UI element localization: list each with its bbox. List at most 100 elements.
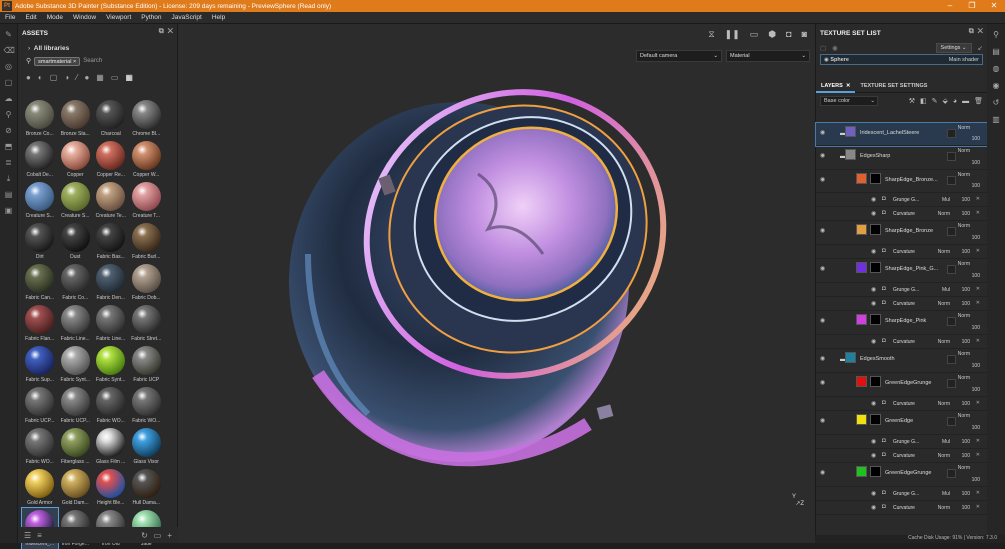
layer-row[interactable]: ◉ SharpEdge_Bronze Norm 100 (816, 221, 988, 245)
filter-env-icon[interactable]: ▭ (111, 73, 119, 82)
blend-mode[interactable]: Norm (958, 351, 970, 357)
view-grid-icon[interactable]: ▦ (125, 73, 133, 82)
filter-smartmaterial-icon[interactable]: ◐ (38, 73, 43, 82)
layer-mask-thumbnail[interactable] (870, 414, 881, 425)
layer-name[interactable]: SharpEdge_Bronze... (885, 177, 938, 183)
asset-item[interactable]: Fabric Dob... (129, 262, 165, 303)
opacity-value[interactable]: 100 (962, 453, 970, 459)
asset-item[interactable]: Fabric UCP... (22, 385, 58, 426)
eye-icon[interactable]: ◉ (820, 176, 825, 183)
asset-item[interactable]: Charcoal (93, 98, 129, 139)
delete-effect-icon[interactable]: ✕ (976, 210, 980, 216)
layer-effect-row[interactable]: ◉ ◘ Grunge G... Mul 100 ✕ (816, 283, 988, 297)
layer-effect-row[interactable]: ◉ ◘ Curvature Norm 100 ✕ (816, 501, 988, 515)
layer-mask-thumbnail[interactable] (870, 172, 881, 184)
layer-effect-row[interactable]: ◉ ◘ Curvature Norm 100 ✕ (816, 297, 988, 311)
close-panel-icon[interactable]: ⧉ ✕ (159, 28, 173, 36)
delete-effect-icon[interactable]: ✕ (976, 300, 980, 306)
menu-file[interactable]: File (0, 14, 20, 21)
history-icon[interactable]: ↺ (991, 98, 1001, 108)
close-icon[interactable]: ✕ (983, 0, 1005, 12)
asset-item[interactable]: Fabric WO... (129, 385, 165, 426)
paint-brush-icon[interactable]: ✎ (4, 30, 14, 40)
add-mask-icon[interactable]: ◧ (920, 97, 927, 105)
eraser-icon[interactable]: ⌫ (4, 46, 15, 56)
maximize-icon[interactable]: ❐ (961, 0, 983, 12)
eye-icon[interactable]: ◉ (820, 227, 825, 234)
menu-python[interactable]: Python (136, 14, 166, 21)
blend-mode[interactable]: Norm (938, 339, 950, 345)
asset-item[interactable]: Fabric Den... (93, 262, 129, 303)
opacity-value[interactable]: 100 (972, 477, 980, 483)
asset-item[interactable]: Fabric Bas... (93, 221, 129, 262)
asset-item[interactable]: Gold Armor (22, 467, 58, 508)
tab-texture-set-settings[interactable]: TEXTURE SET SETTINGS (855, 79, 932, 93)
eye-icon[interactable]: ◉ (820, 469, 825, 476)
asset-item[interactable]: Copper (58, 139, 94, 180)
opacity-value[interactable]: 100 (962, 491, 970, 497)
layer-effect-row[interactable]: ◉ ◘ Curvature Norm 100 ✕ (816, 207, 988, 221)
eye-icon[interactable]: ◉ (820, 317, 825, 324)
eye-icon[interactable]: ◉ (871, 438, 876, 445)
texture-set-sphere[interactable]: ◉ Sphere Main shader (820, 54, 983, 65)
add-icon[interactable]: + (167, 531, 172, 540)
shelf-icon[interactable]: ▤ (4, 190, 14, 200)
doc-icon[interactable]: ▣ (4, 206, 14, 216)
opacity-value[interactable]: 100 (962, 505, 970, 511)
layer-row[interactable]: ◉ GreenEdgeGrunge Norm 100 (816, 463, 988, 487)
tile-icon[interactable]: ▢ (820, 44, 826, 52)
settings-list-icon[interactable]: ≡ (37, 531, 42, 540)
eye-icon[interactable]: ◉ (820, 355, 825, 362)
delete-effect-icon[interactable]: ✕ (976, 438, 980, 444)
layer-name[interactable]: GreenEdgeGrunge (885, 380, 931, 386)
asset-item[interactable]: Fabric WO... (22, 426, 58, 467)
layer-name[interactable]: Iridescent_LachelSteere (860, 130, 919, 136)
filter-particle-icon[interactable]: ● (84, 73, 89, 82)
shader-settings-icon[interactable]: ◉ (991, 81, 1001, 91)
eye-icon[interactable]: ◉ (871, 504, 876, 511)
folder-icon[interactable]: ▭ (154, 531, 162, 540)
asset-item[interactable]: Fabric UCP... (58, 385, 94, 426)
opacity-value[interactable]: 100 (962, 287, 970, 293)
display-settings-icon[interactable]: ◍ (991, 64, 1001, 74)
layer-mask-thumbnail[interactable] (870, 262, 881, 273)
add-folder-icon[interactable]: ▬ (962, 98, 969, 105)
asset-item[interactable]: Fabric UCP (129, 344, 165, 385)
eye-icon[interactable]: ◉ (820, 417, 825, 424)
eye-icon[interactable]: ◉ (871, 400, 876, 407)
eye-icon[interactable]: ◉ (820, 265, 825, 272)
pin-icon[interactable]: ↙ (978, 44, 983, 52)
blend-mode[interactable]: Norm (938, 249, 950, 255)
layer-effect-row[interactable]: ◉ ◘ Curvature Norm 100 ✕ (816, 449, 988, 463)
layer-folder-row[interactable]: ◉ ▬ Iridescent_LachelSteere Norm 100 (815, 122, 989, 147)
blend-mode[interactable]: Mul (942, 491, 950, 497)
layer-row[interactable]: ◉ SharpEdge_Pink Norm 100 (816, 311, 988, 335)
asset-item[interactable]: Fabric Line... (93, 303, 129, 344)
asset-item[interactable]: Fabric Synt... (93, 344, 129, 385)
asset-item[interactable]: Fabric WO... (93, 385, 129, 426)
opacity-value[interactable]: 100 (962, 301, 970, 307)
blend-mode[interactable]: Norm (938, 505, 950, 511)
asset-item[interactable]: Copper W... (129, 139, 165, 180)
eye-icon[interactable]: ◉ (871, 210, 876, 217)
delete-effect-icon[interactable]: ✕ (976, 196, 980, 202)
asset-item[interactable]: Dirt (22, 221, 58, 262)
layers-panel-icon[interactable]: ⚲ (991, 30, 1001, 40)
viewport[interactable]: ⧖ ❚❚ ▭ ⬢ ◘ ◙ Default camera⌄ Material⌄ (178, 24, 815, 543)
layer-effect-row[interactable]: ◉ ◘ Grunge G... Mul 100 ✕ (816, 435, 988, 449)
tab-layers[interactable]: LAYERS ✕ (816, 79, 856, 93)
eye-icon[interactable]: ◉ (820, 129, 825, 136)
visibility-icon[interactable]: ◉ (832, 44, 838, 52)
blend-mode[interactable]: Mul (942, 287, 950, 293)
opacity-value[interactable]: 100 (972, 387, 980, 393)
asset-item[interactable]: Chrome Bl... (129, 98, 165, 139)
add-paint-layer-icon[interactable]: ✎ (932, 97, 938, 105)
layer-effect-row[interactable]: ◉ ◘ Grunge G... Mul 100 ✕ (816, 487, 988, 501)
layer-mask-thumbnail[interactable] (870, 466, 881, 477)
add-material-icon[interactable]: ◕ (953, 98, 957, 105)
filter-filter-icon[interactable]: ◑ (64, 73, 69, 82)
layer-folder-row[interactable]: ◉ ▬ EdgesSmooth Norm 100 (816, 349, 988, 373)
layer-row[interactable]: ◉ GreenEdge Norm 100 (816, 411, 988, 435)
asset-item[interactable]: Fabric Synt... (58, 344, 94, 385)
eye-icon[interactable]: ◉ (871, 452, 876, 459)
